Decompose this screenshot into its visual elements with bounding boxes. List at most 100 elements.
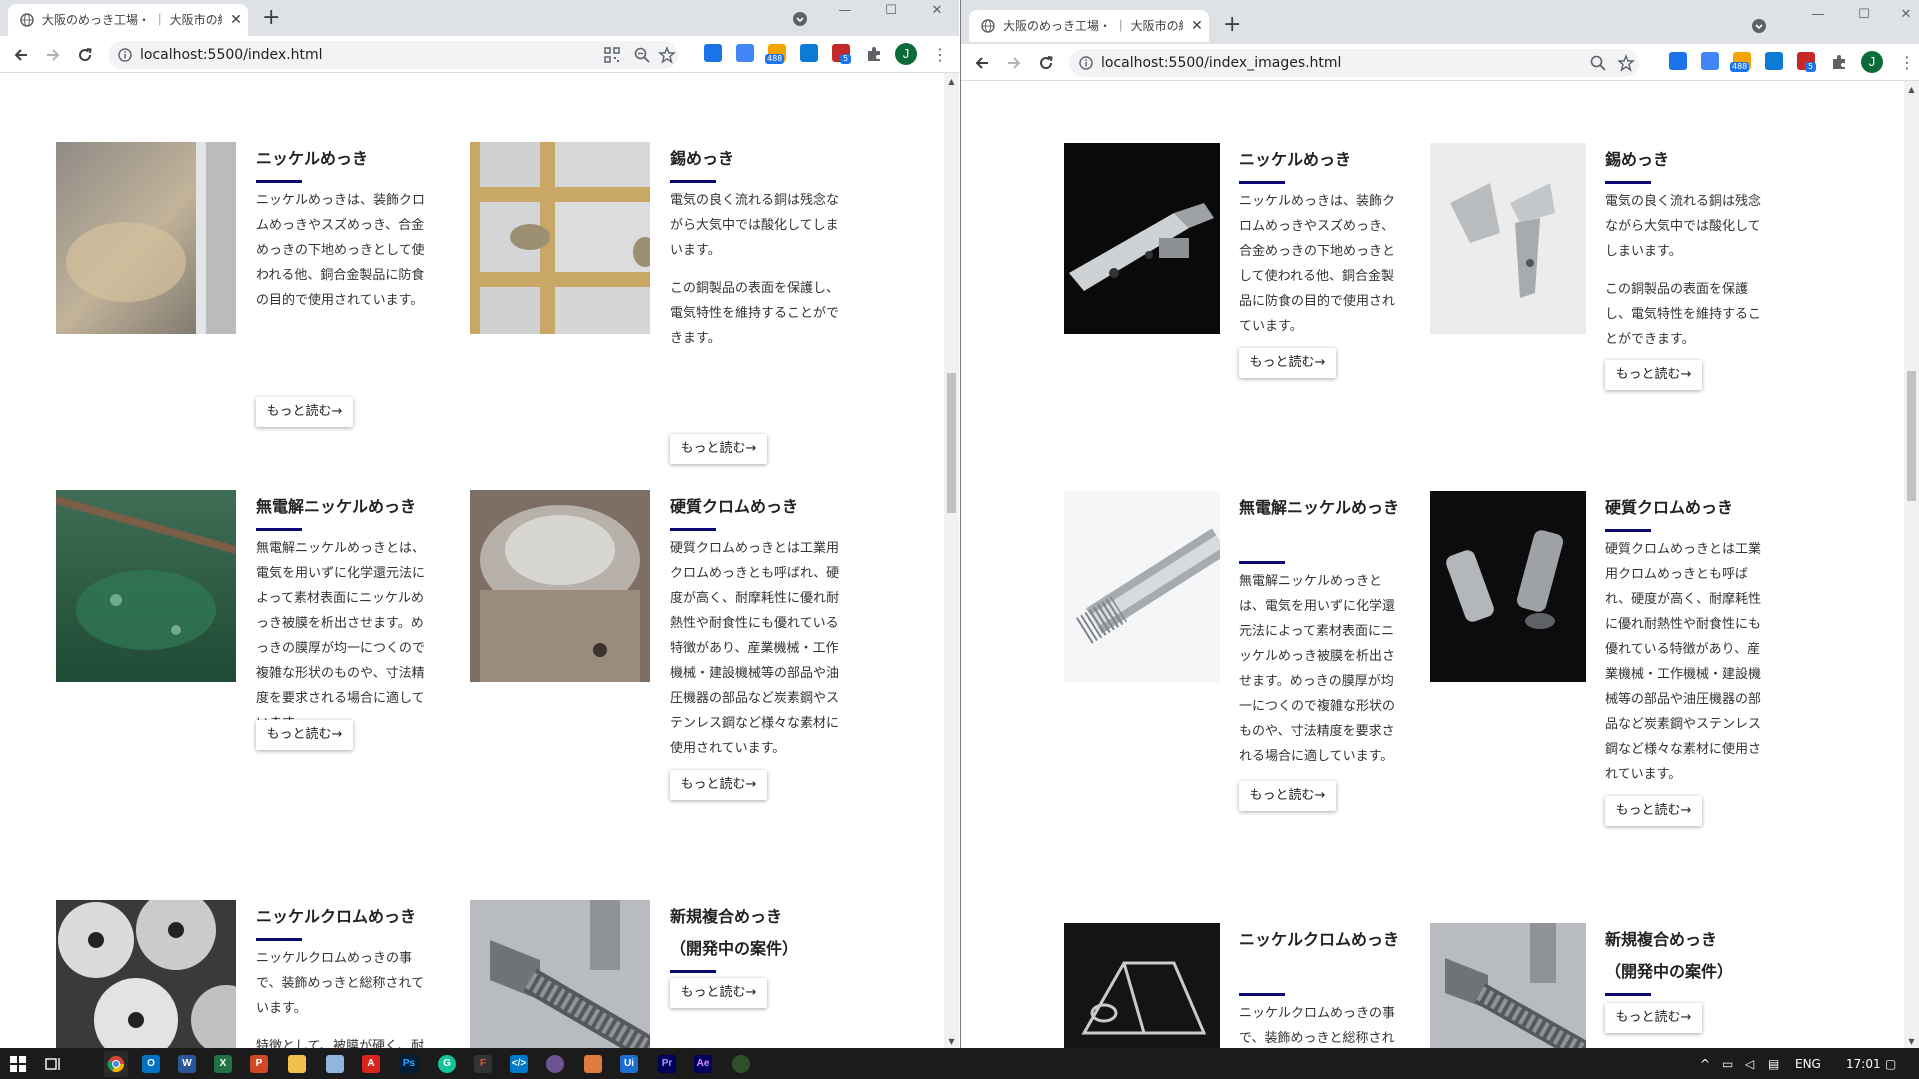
new-tab-icon[interactable]: +: [262, 7, 280, 29]
calendar-extension-icon[interactable]: [1669, 52, 1687, 70]
scrollbar-thumb[interactable]: [1907, 371, 1916, 501]
address-bar[interactable]: localhost:5500/index_images.html: [1069, 49, 1639, 77]
scroll-down-icon[interactable]: ▼: [947, 1037, 956, 1046]
minimize-icon[interactable]: —: [830, 2, 860, 20]
browser-tab[interactable]: 大阪のめっき工場・ ｜ 大阪市の紗 ✕: [969, 10, 1209, 42]
uipath-icon[interactable]: Ui: [620, 1055, 638, 1073]
zoom-icon[interactable]: [1589, 54, 1607, 72]
notification-icon[interactable]: ▢: [1885, 1055, 1896, 1073]
aftereffects-icon[interactable]: Ae: [694, 1055, 712, 1073]
read-more-button[interactable]: もっと読む→: [670, 770, 767, 800]
star-icon[interactable]: [1617, 54, 1635, 72]
window-extension-icon[interactable]: [1765, 52, 1783, 70]
premiere-icon[interactable]: Pr: [658, 1055, 676, 1073]
word-icon[interactable]: W: [178, 1055, 196, 1073]
xd-icon[interactable]: [584, 1055, 602, 1073]
info-icon[interactable]: [1079, 56, 1093, 70]
read-more-button[interactable]: もっと読む→: [670, 978, 767, 1008]
close-window-icon[interactable]: ✕: [922, 2, 952, 20]
profile-avatar[interactable]: J: [1861, 51, 1883, 73]
volume-icon[interactable]: ◁: [1745, 1055, 1754, 1073]
read-more-button[interactable]: もっと読む→: [256, 397, 353, 427]
acrobat-icon[interactable]: A: [362, 1055, 380, 1073]
service-card: 新規複合めっき（開発中の案件） もっと読む→: [470, 900, 850, 1048]
read-more-button[interactable]: もっと読む→: [256, 720, 353, 750]
tab-search-icon[interactable]: [792, 11, 808, 27]
scrollbar-thumb[interactable]: [947, 373, 956, 513]
clock[interactable]: 17:01: [1846, 1055, 1881, 1073]
read-more-button[interactable]: もっと読む→: [1605, 1003, 1702, 1033]
excel-icon[interactable]: X: [214, 1055, 232, 1073]
read-more-button[interactable]: もっと読む→: [1239, 348, 1336, 378]
close-tab-icon[interactable]: ✕: [1189, 18, 1205, 34]
translate-extension-icon[interactable]: [1701, 52, 1719, 70]
service-card: 無電解ニッケルめっき 無電解ニッケルめっきとは、電気を用いずに化学還元法によって…: [1064, 491, 1409, 821]
figma-icon[interactable]: F: [474, 1055, 492, 1073]
maximize-icon[interactable]: ☐: [1849, 6, 1879, 24]
close-window-icon[interactable]: ✕: [1891, 6, 1919, 24]
forward-icon[interactable]: [43, 45, 63, 65]
red-extension-icon[interactable]: 5: [832, 44, 851, 64]
powerpoint-icon[interactable]: P: [250, 1055, 268, 1073]
network-icon[interactable]: ▤: [1768, 1055, 1779, 1073]
language-indicator[interactable]: ENG: [1795, 1055, 1821, 1073]
minimize-icon[interactable]: —: [1803, 6, 1833, 24]
badge-count: 488: [765, 54, 785, 64]
scroll-down-icon[interactable]: ▼: [1907, 1037, 1916, 1046]
profile-avatar[interactable]: J: [895, 43, 917, 65]
vertical-scrollbar[interactable]: ▲ ▼: [1904, 81, 1919, 1048]
vertical-scrollbar[interactable]: ▲ ▼: [944, 73, 959, 1048]
grammarly-icon[interactable]: G: [438, 1055, 456, 1073]
badge-extension-icon[interactable]: 488: [1730, 52, 1751, 72]
badge-extension-icon[interactable]: 488: [765, 44, 786, 64]
translate-extension-icon[interactable]: [736, 44, 754, 62]
screen: 大阪のめっき工場・ ｜ 大阪市の紗 ✕ + — ☐ ✕ localhost:55…: [0, 0, 1919, 1079]
notepad-icon[interactable]: [326, 1055, 344, 1073]
tin-plating-image: [1430, 143, 1586, 334]
service-card: 錫めっき 電気の良く流れる銅は残念ながら大気中では酸化してしまいます。 この銅製品…: [470, 142, 850, 464]
vscode-icon[interactable]: </>: [510, 1055, 528, 1073]
back-icon[interactable]: [11, 45, 31, 65]
chrome-icon[interactable]: [104, 1051, 128, 1077]
qr-code-icon[interactable]: [603, 46, 621, 64]
read-more-button[interactable]: もっと読む→: [670, 434, 767, 464]
tab-title: 大阪のめっき工場・ ｜ 大阪市の紗: [1003, 19, 1183, 33]
calendar-extension-icon[interactable]: [704, 44, 722, 62]
globe-icon: [20, 13, 34, 27]
scroll-up-icon[interactable]: ▲: [947, 77, 956, 86]
tab-search-icon[interactable]: [1751, 18, 1767, 34]
back-icon[interactable]: [972, 53, 992, 73]
battery-icon[interactable]: ▭: [1722, 1055, 1733, 1073]
window-extension-icon[interactable]: [800, 44, 818, 62]
tray-chevron-icon[interactable]: ^: [1700, 1055, 1710, 1073]
puzzle-icon[interactable]: [1830, 53, 1848, 71]
star-icon[interactable]: [658, 46, 676, 64]
windows-start-icon[interactable]: [10, 1056, 26, 1072]
read-more-button[interactable]: もっと読む→: [1605, 796, 1702, 826]
gear-app-icon[interactable]: [732, 1055, 750, 1073]
address-bar[interactable]: localhost:5500/index.html: [108, 41, 678, 69]
outlook-icon[interactable]: O: [142, 1055, 160, 1073]
puzzle-icon[interactable]: [865, 45, 883, 63]
info-icon[interactable]: [118, 48, 132, 62]
zoom-icon[interactable]: [633, 46, 651, 64]
reload-icon[interactable]: [1036, 53, 1056, 73]
browser-tab[interactable]: 大阪のめっき工場・ ｜ 大阪市の紗 ✕: [8, 4, 248, 36]
reload-icon[interactable]: [75, 45, 95, 65]
menu-icon[interactable]: ⋮: [1899, 53, 1915, 73]
title-underline: [256, 528, 302, 531]
github-icon[interactable]: [546, 1055, 564, 1073]
read-more-button[interactable]: もっと読む→: [1605, 360, 1702, 390]
close-tab-icon[interactable]: ✕: [228, 12, 244, 28]
photoshop-icon[interactable]: Ps: [400, 1055, 418, 1073]
new-tab-icon[interactable]: +: [1223, 14, 1241, 36]
maximize-icon[interactable]: ☐: [876, 2, 906, 20]
red-extension-icon[interactable]: 5: [1797, 52, 1816, 72]
menu-icon[interactable]: ⋮: [932, 45, 948, 65]
service-card: 錫めっき 電気の良く流れる銅は残念ながら大気中では酸化してしまいます。 この銅製品…: [1430, 143, 1775, 443]
task-view-icon[interactable]: [44, 1055, 62, 1073]
forward-icon[interactable]: [1004, 53, 1024, 73]
scroll-up-icon[interactable]: ▲: [1907, 85, 1916, 94]
explorer-icon[interactable]: [288, 1055, 306, 1073]
read-more-button[interactable]: もっと読む→: [1239, 781, 1336, 811]
